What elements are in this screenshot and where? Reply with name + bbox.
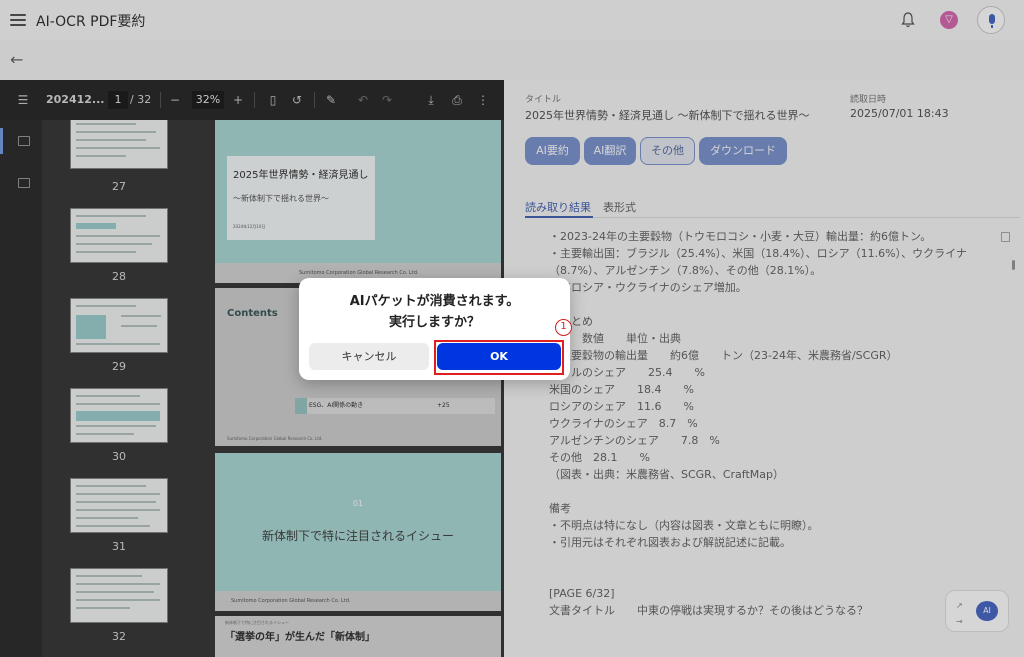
highlight-box	[434, 340, 564, 375]
step-badge: 1	[555, 319, 572, 336]
dialog-message-line1: AIパケットが消費されます。	[349, 294, 520, 309]
dialog-message-line2: 実行しますか？	[388, 315, 480, 330]
cancel-button[interactable]: キャンセル	[309, 343, 429, 370]
